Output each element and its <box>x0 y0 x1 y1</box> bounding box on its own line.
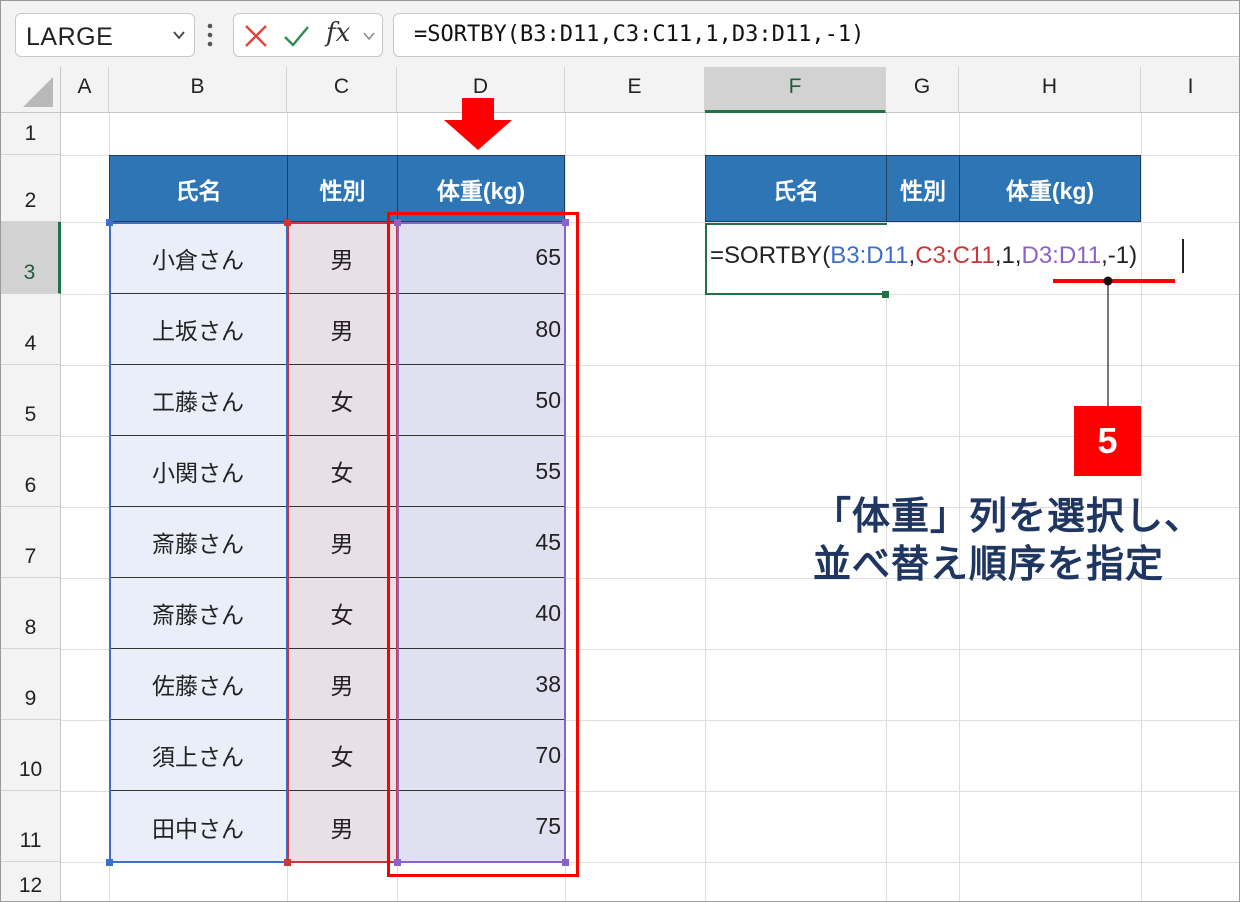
column-header-f[interactable]: F <box>705 67 886 113</box>
formula-arg-range-d: D3:D11 <box>1021 242 1102 269</box>
select-all-triangle-icon <box>23 77 53 107</box>
result-header-name[interactable]: 氏名 <box>705 155 887 222</box>
chevron-down-icon[interactable] <box>362 29 376 43</box>
annotation-text: 「体重」列を選択し、 並べ替え順序を指定 <box>813 493 1233 589</box>
range-highlight-b3-b11 <box>109 222 288 863</box>
in-cell-formula[interactable]: =SORTBY(B3:D11,C3:C11,1,D3:D11,-1) <box>710 242 1137 270</box>
row-header-2[interactable]: 2 <box>1 155 61 222</box>
column-header-b[interactable]: B <box>109 67 287 113</box>
step-badge: 5 <box>1074 406 1141 476</box>
weight-column-highlight <box>387 212 579 877</box>
result-header-gender[interactable]: 性別 <box>886 155 960 222</box>
formula-bar: LARGE fx =SORTBY(B3:D11,C3:C11,1,D3:D11,… <box>1 1 1239 67</box>
row-header-9[interactable]: 9 <box>1 649 61 720</box>
row-header-4[interactable]: 4 <box>1 294 61 365</box>
column-header-a[interactable]: A <box>61 67 109 113</box>
name-box-value: LARGE <box>26 23 114 51</box>
row-header-11[interactable]: 11 <box>1 791 61 862</box>
formula-text: =SORTBY(B3:D11,C3:C11,1,D3:D11,-1) <box>414 22 865 47</box>
column-header-c[interactable]: C <box>287 67 397 113</box>
range-handle[interactable] <box>106 859 113 866</box>
select-all-corner[interactable] <box>1 67 61 113</box>
row-header-12[interactable]: 12 <box>1 862 61 901</box>
formula-input[interactable]: =SORTBY(B3:D11,C3:C11,1,D3:D11,-1) <box>393 13 1239 57</box>
column-header-h[interactable]: H <box>959 67 1141 113</box>
column-header-e[interactable]: E <box>565 67 705 113</box>
range-handle[interactable] <box>284 859 291 866</box>
range-highlight-c3-c11 <box>287 222 398 863</box>
range-handle[interactable] <box>106 219 113 226</box>
chevron-down-icon[interactable] <box>172 28 186 42</box>
range-handle[interactable] <box>284 219 291 226</box>
formula-arg-range-c: C3:C11 <box>915 242 995 269</box>
insert-function-button[interactable]: fx <box>326 18 350 48</box>
arrow-down-icon <box>444 98 512 150</box>
callout-connector <box>1053 276 1175 407</box>
formula-buttons: fx <box>233 13 383 57</box>
row-header-3[interactable]: 3 <box>1 222 61 294</box>
annotation-line-2: 並べ替え順序を指定 <box>813 544 1165 586</box>
row-header-1[interactable]: 1 <box>1 113 61 155</box>
more-options-icon[interactable] <box>207 21 213 49</box>
enter-check-icon[interactable] <box>282 22 310 50</box>
row-header-8[interactable]: 8 <box>1 578 61 649</box>
name-box[interactable]: LARGE <box>15 13 195 57</box>
row-header-10[interactable]: 10 <box>1 720 61 791</box>
fill-handle[interactable] <box>882 291 889 298</box>
formula-arg-range-b: B3:D11 <box>830 242 909 269</box>
row-header-6[interactable]: 6 <box>1 436 61 507</box>
result-header-weight[interactable]: 体重(kg) <box>959 155 1141 222</box>
column-header-g[interactable]: G <box>886 67 959 113</box>
excel-window: LARGE fx =SORTBY(B3:D11,C3:C11,1,D3:D11,… <box>0 0 1240 902</box>
column-header-i[interactable]: I <box>1141 67 1239 113</box>
row-header-7[interactable]: 7 <box>1 507 61 578</box>
header-cell-name[interactable]: 氏名 <box>109 155 288 222</box>
text-cursor <box>1182 239 1184 273</box>
cancel-icon[interactable] <box>242 22 270 50</box>
row-header-5[interactable]: 5 <box>1 365 61 436</box>
annotation-line-1: 「体重」列を選択し、 <box>813 496 1204 538</box>
header-cell-gender[interactable]: 性別 <box>287 155 398 222</box>
